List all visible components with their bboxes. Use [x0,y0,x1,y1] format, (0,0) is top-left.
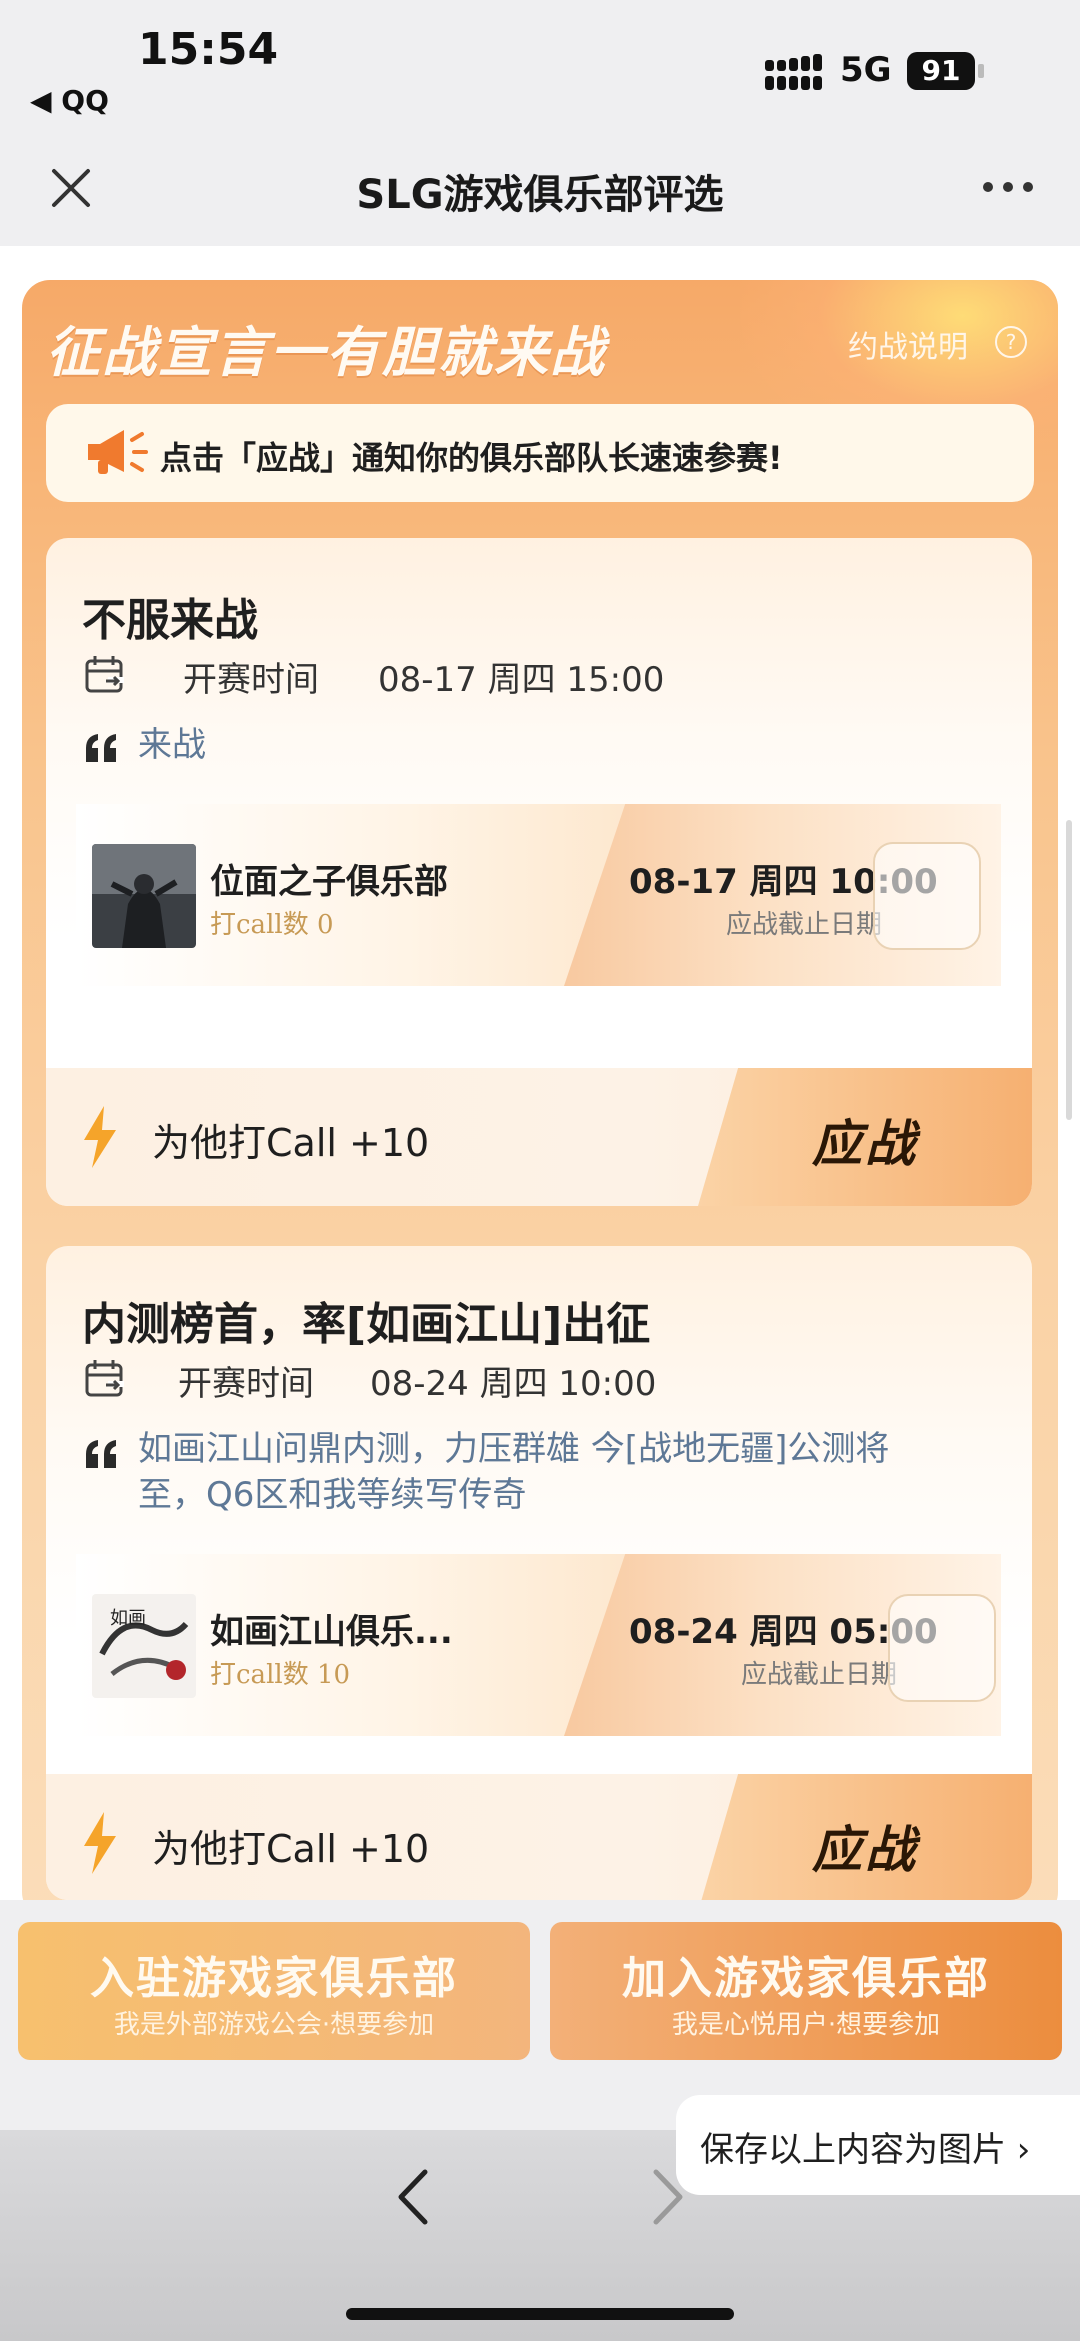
rules-link[interactable]: 约战说明 [848,322,968,366]
opponent-slot[interactable] [888,1594,996,1702]
megaphone-icon [88,430,148,474]
deadline-label: 应战截止日期 [726,910,883,940]
accept-button[interactable]: 应战 [698,1068,1032,1206]
back-to-app-link[interactable]: ◀ QQ [30,84,109,117]
calendar-icon [85,1360,124,1397]
home-indicator [346,2308,734,2320]
more-icon[interactable] [980,175,1036,199]
lightning-icon [84,1812,116,1874]
back-arrow-icon[interactable] [395,2168,431,2226]
start-time-value: 08-17 周四 15:00 [378,660,665,700]
battery-tip [978,64,984,78]
join-club-button[interactable]: 加入游戏家俱乐部 我是心悦用户·想要参加 [550,1922,1062,2060]
challenge-card: 内测榜首，率[如画江山]出征 开赛时间 08-24 周四 10:00 如画江山问… [46,1246,1032,1900]
quote-line: 至，Q6区和我等续写传奇 [138,1475,527,1515]
page-title: SLG游戏俱乐部评选 [356,172,724,218]
start-time-value: 08-24 周四 10:00 [370,1364,657,1404]
club-avatar: 如画 [92,1594,196,1698]
card-title: 内测榜首，率[如画江山]出征 [82,1299,651,1350]
call-button[interactable]: 为他打Call +10 [152,1112,429,1167]
club-avatar [92,844,196,948]
deadline-label: 应战截止日期 [741,1660,898,1690]
club-panel[interactable]: 位面之子俱乐部 打call数 0 08-17 周四 10:00 应战截止日期 [76,804,1001,986]
scrollbar[interactable] [1066,820,1072,1120]
enter-club-title: 入驻游戏家俱乐部 [90,1953,458,2004]
call-button[interactable]: 为他打Call +10 [152,1818,429,1873]
call-count: 打call数 10 [210,1660,351,1690]
quote-icon [86,734,116,762]
opponent-slot[interactable] [873,842,981,950]
accept-label: 应战 [812,1821,918,1879]
network-type: 5G [840,50,892,90]
club-name: 位面之子俱乐部 [210,862,448,902]
signal-icon [765,54,822,90]
banner-title: 征战宣言一有胆就来战 [46,321,606,384]
quote-line: 如画江山问鼎内测，力压群雄 今[战地无疆]公测将 [138,1429,890,1469]
club-name: 如画江山俱乐... [210,1612,453,1652]
notice-text: 点击「应战」通知你的俱乐部队长速速参赛! [160,439,783,477]
quote-text: 如画江山问鼎内测，力压群雄 今[战地无疆]公测将 至，Q6区和我等续写传奇 [138,1426,998,1518]
join-club-subtitle: 我是心悦用户·想要参加 [671,2010,941,2040]
join-club-title: 加入游戏家俱乐部 [622,1953,990,2004]
enter-club-subtitle: 我是外部游戏公会·想要参加 [113,2010,435,2040]
call-count: 打call数 0 [210,910,334,940]
svg-text:如画: 如画 [110,1608,146,1629]
save-as-image-label: 保存以上内容为图片 › [700,2130,1031,2170]
calendar-icon [85,656,124,693]
challenge-card: 不服来战 开赛时间 08-17 周四 15:00 来战 位面之子俱乐部 打cal… [46,538,1032,1206]
start-time-label: 开赛时间 [178,1364,314,1404]
status-time: 15:54 [138,24,279,75]
enter-club-button[interactable]: 入驻游戏家俱乐部 我是外部游戏公会·想要参加 [18,1922,530,2060]
card-title: 不服来战 [82,595,258,646]
card-footer: 为他打Call +10 应战 [46,1068,1032,1206]
lightning-icon [84,1106,116,1168]
card-footer: 为他打Call +10 应战 [46,1774,1032,1900]
start-time-label: 开赛时间 [183,660,319,700]
help-icon[interactable]: ? [995,326,1027,358]
battery-level: 91 [907,52,975,90]
club-panel[interactable]: 如画 如画江山俱乐... 打call数 10 08-24 周四 05:00 应战… [76,1554,1001,1736]
accept-label: 应战 [812,1115,918,1173]
accept-button[interactable]: 应战 [698,1774,1032,1900]
quote-text: 来战 [138,725,206,765]
quote-icon [86,1440,116,1468]
